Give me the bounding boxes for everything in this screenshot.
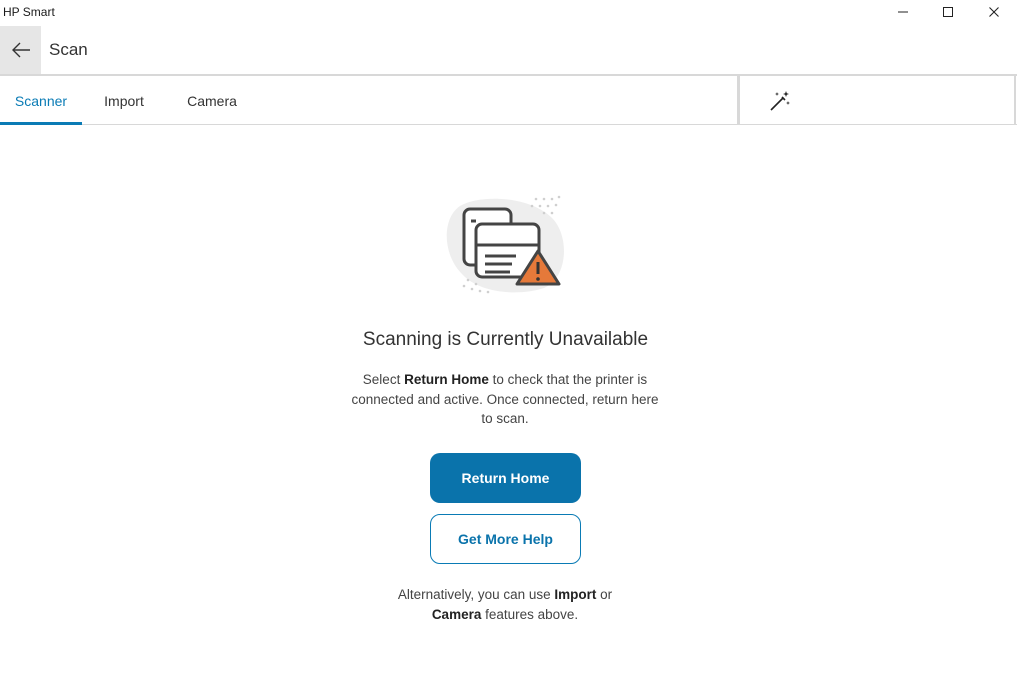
unavailable-heading: Scanning is Currently Unavailable (362, 329, 649, 350)
page-header: Scan (0, 26, 1017, 74)
tab-scanner[interactable]: Scanner (0, 76, 82, 125)
alternative-text: Alternatively, you can use Import or Came… (355, 585, 655, 625)
alt-prefix: Alternatively, you can use (397, 587, 555, 602)
desc-return-home: Return Home (404, 372, 489, 387)
magic-wand-icon (770, 91, 790, 111)
unavailable-description: Select Return Home to check that the pri… (345, 370, 665, 429)
alt-camera: Camera (431, 607, 482, 622)
get-more-help-button[interactable]: Get More Help (430, 514, 581, 564)
toolbar-divider (737, 76, 740, 125)
close-button[interactable] (971, 0, 1017, 24)
toolbar-edge (1014, 76, 1016, 125)
back-button[interactable] (0, 26, 41, 74)
return-home-button[interactable]: Return Home (430, 453, 581, 503)
minimize-icon (898, 11, 908, 13)
app-title: HP Smart (3, 5, 55, 19)
alt-suffix: features above. (481, 607, 579, 622)
title-bar: HP Smart (0, 0, 1017, 24)
tab-import[interactable]: Import (82, 76, 166, 125)
maximize-icon (943, 7, 953, 17)
tab-camera[interactable]: Camera (166, 76, 258, 125)
magic-fix-button[interactable] (766, 88, 794, 114)
desc-prefix: Select (362, 372, 405, 387)
tab-bar: Scanner Import Camera (0, 74, 1017, 125)
alt-mid: or (596, 587, 613, 602)
minimize-button[interactable] (880, 0, 926, 24)
page-title: Scan (49, 40, 88, 59)
close-icon (989, 7, 999, 17)
arrow-left-icon (11, 42, 30, 58)
alt-import: Import (554, 587, 597, 602)
maximize-button[interactable] (925, 0, 971, 24)
scanner-warning-icon (446, 195, 564, 294)
scanner-illustration (440, 192, 570, 297)
